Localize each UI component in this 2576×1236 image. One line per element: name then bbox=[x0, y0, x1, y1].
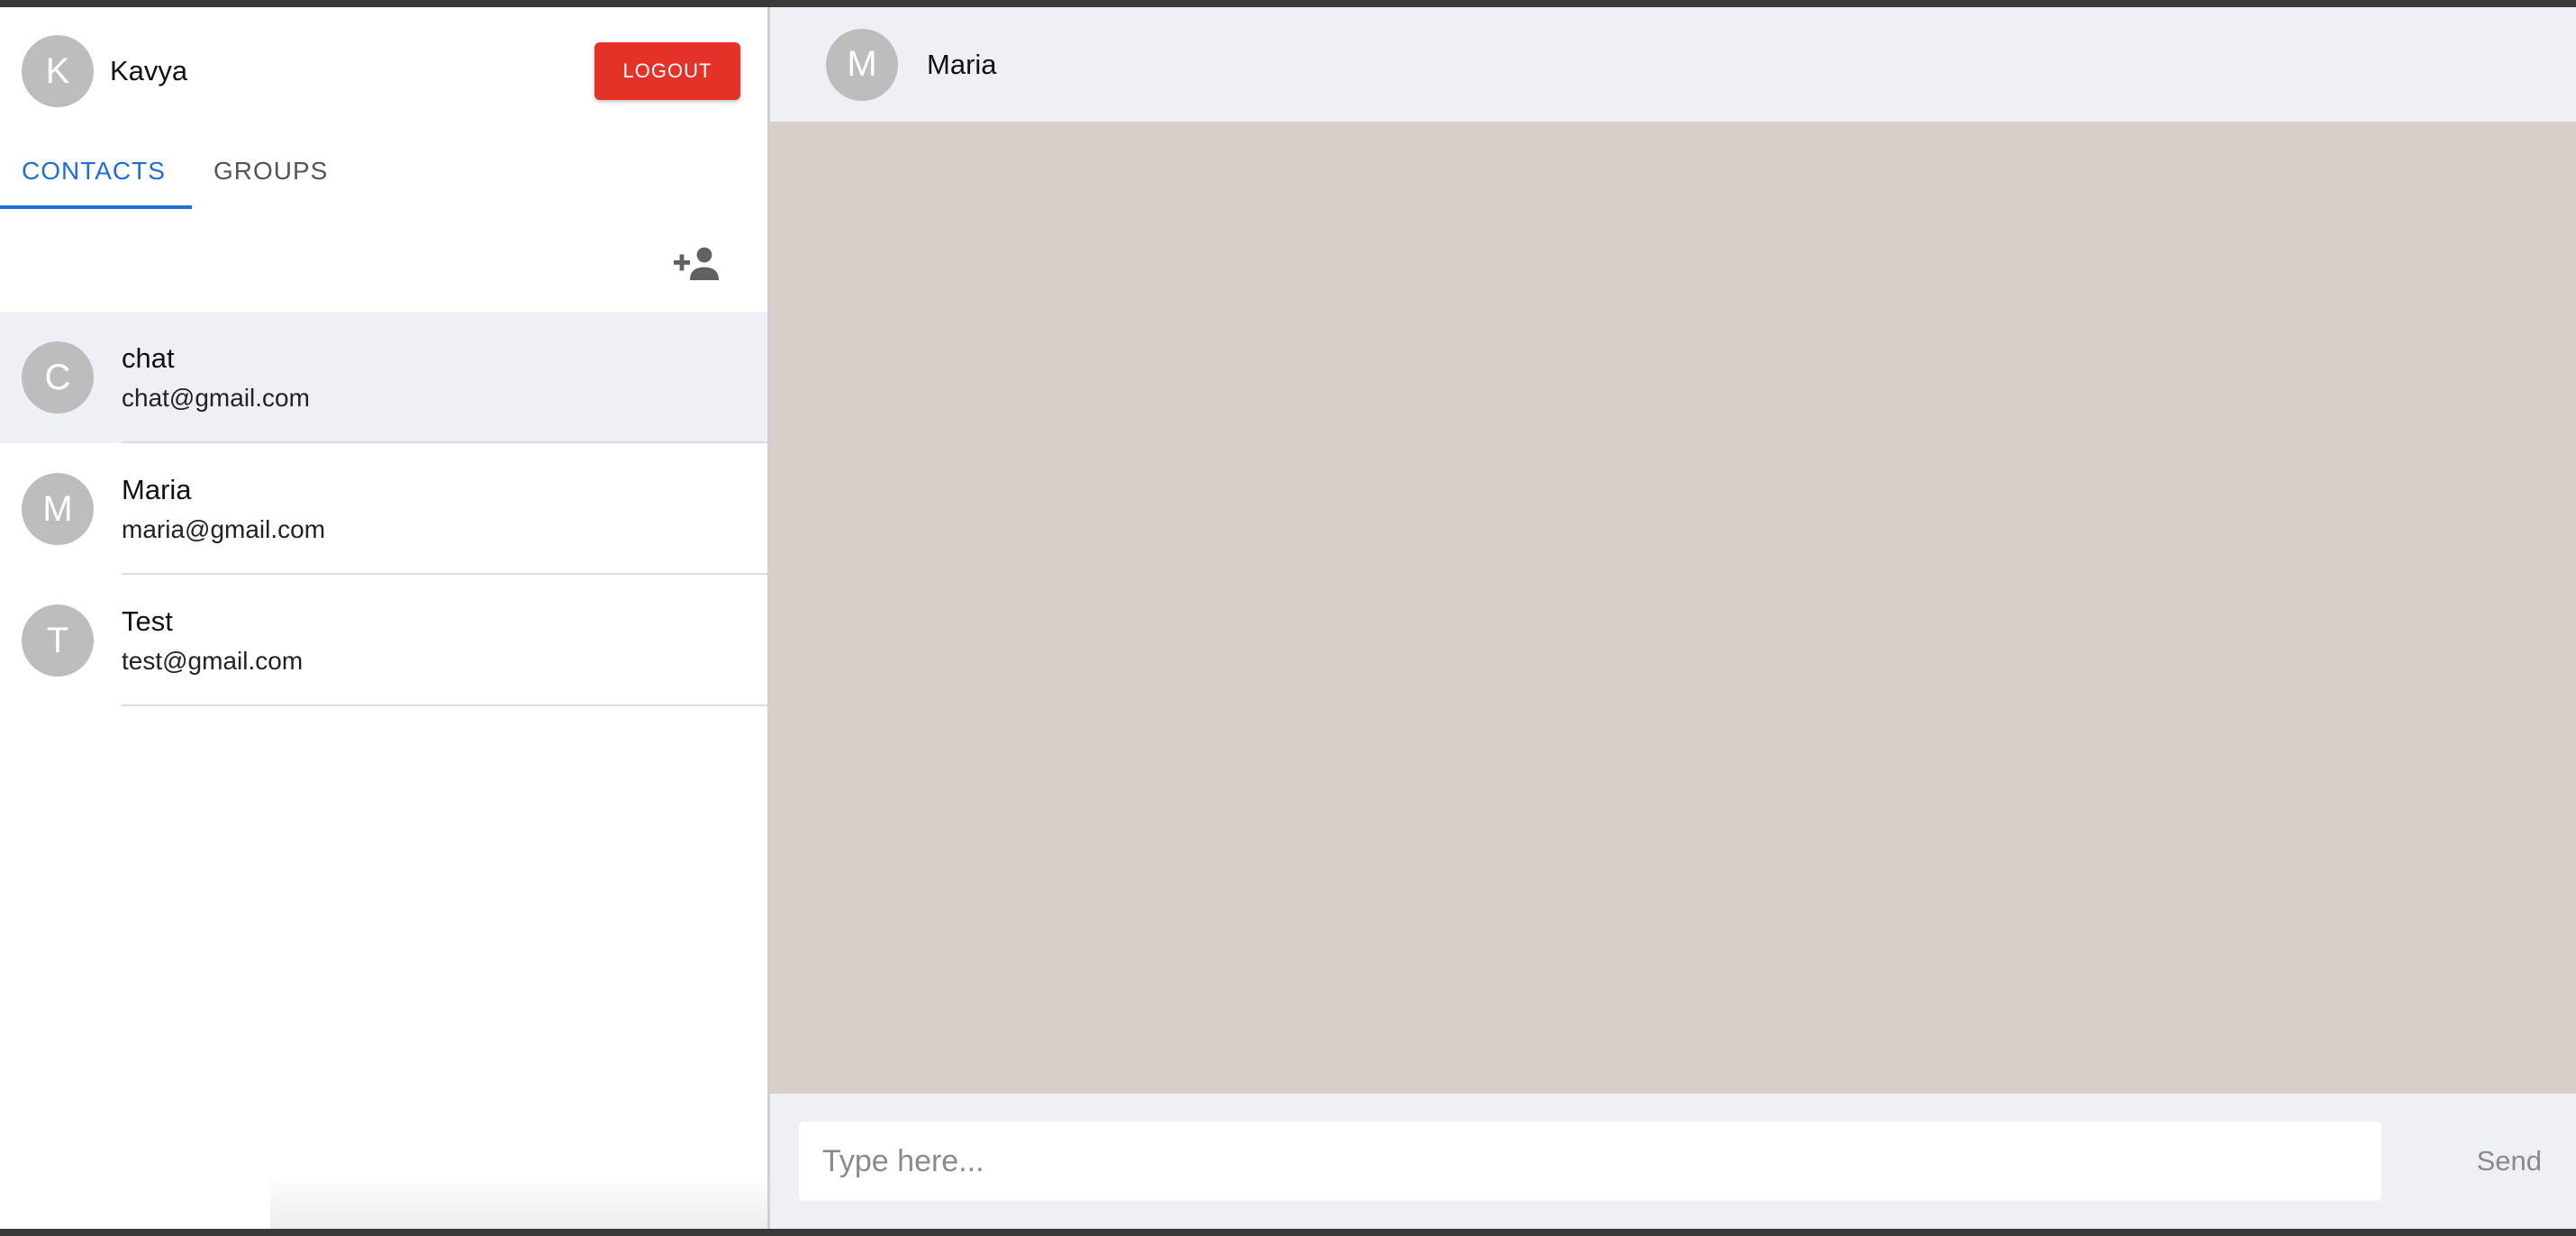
tab-groups[interactable]: GROUPS bbox=[192, 135, 349, 207]
chat-app: K Kavya LOGOUT CONTACTS GROUPS C chat ch… bbox=[0, 7, 2576, 1229]
user-header: K Kavya LOGOUT bbox=[0, 7, 767, 135]
contact-item-test[interactable]: T Test test@gmail.com bbox=[0, 575, 767, 706]
message-area[interactable] bbox=[770, 122, 2576, 1094]
tab-bar: CONTACTS GROUPS bbox=[0, 135, 767, 216]
message-composer: Send bbox=[770, 1094, 2576, 1229]
logout-button[interactable]: LOGOUT bbox=[594, 42, 740, 100]
user-avatar: K bbox=[22, 35, 94, 107]
contact-avatar: T bbox=[22, 604, 94, 677]
contact-email: chat@gmail.com bbox=[122, 384, 310, 412]
contact-name: chat bbox=[122, 342, 175, 374]
contact-name: Maria bbox=[122, 474, 192, 505]
tab-contacts[interactable]: CONTACTS bbox=[0, 135, 192, 209]
contact-avatar: C bbox=[22, 341, 94, 414]
message-input[interactable] bbox=[799, 1122, 2381, 1201]
contact-name: Test bbox=[122, 605, 173, 637]
user-name: Kavya bbox=[110, 55, 188, 86]
peer-avatar: M bbox=[826, 28, 898, 101]
contact-avatar: M bbox=[22, 473, 94, 545]
contact-list: C chat chat@gmail.com M Maria maria@gmai… bbox=[0, 312, 767, 706]
contact-email: maria@gmail.com bbox=[122, 515, 326, 543]
person-add-icon bbox=[674, 247, 719, 280]
contact-item-chat[interactable]: C chat chat@gmail.com bbox=[0, 312, 767, 443]
sidebar-bottom-shadow bbox=[270, 1175, 767, 1229]
contacts-toolbar bbox=[0, 216, 767, 312]
send-button[interactable]: Send bbox=[2470, 1145, 2549, 1177]
peer-name: Maria bbox=[927, 48, 997, 80]
sidebar: K Kavya LOGOUT CONTACTS GROUPS C chat ch… bbox=[0, 7, 770, 1229]
chat-panel: M Maria Send bbox=[770, 7, 2576, 1229]
add-contact-button[interactable] bbox=[674, 246, 721, 282]
contact-email: test@gmail.com bbox=[122, 647, 304, 675]
contact-item-maria[interactable]: M Maria maria@gmail.com bbox=[0, 443, 767, 575]
chat-header: M Maria bbox=[770, 7, 2576, 122]
